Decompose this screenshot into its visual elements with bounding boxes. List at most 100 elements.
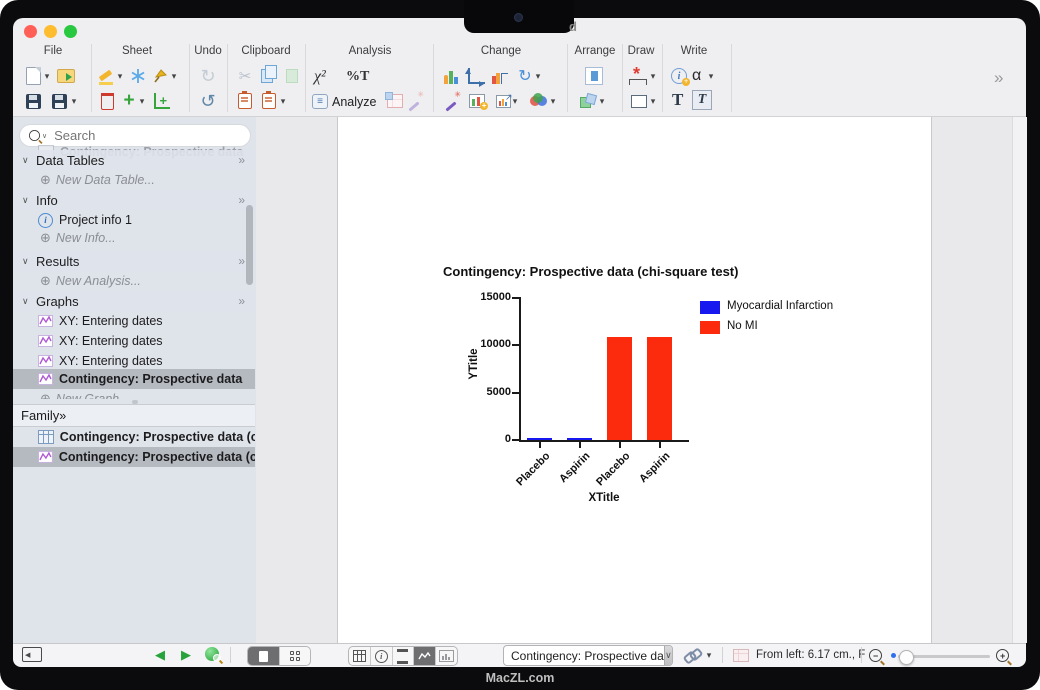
undo-icon[interactable]: ↺	[197, 90, 219, 112]
color-scheme-caret[interactable]: ▾	[548, 90, 558, 112]
prism-search-globe-icon[interactable]	[205, 647, 219, 661]
zoom-out-icon[interactable]: −	[869, 649, 882, 662]
rotate-flip-caret[interactable]: ▾	[533, 65, 543, 87]
sidebar-item-graph-xy-2[interactable]: XY: Entering dates	[13, 331, 255, 351]
paste-special-caret[interactable]: ▾	[278, 90, 288, 112]
greek-letter-caret[interactable]: ▾	[706, 65, 716, 87]
text-box-tool-icon[interactable]: T	[692, 90, 712, 110]
data-table-view-button[interactable]	[349, 647, 371, 665]
save-as-caret[interactable]: ▾	[69, 90, 79, 112]
results-view-button[interactable]	[393, 647, 415, 665]
chevron-down-icon[interactable]: ∨	[22, 256, 36, 267]
chi-square-icon[interactable]: χ²	[314, 68, 326, 86]
delete-sheet-icon[interactable]	[96, 90, 118, 112]
sidebar-item-new-data-table[interactable]: ⊕ New Data Table...	[13, 170, 255, 190]
section-expand-icon[interactable]: »	[238, 153, 243, 167]
search-scope-caret[interactable]: ∨	[42, 132, 47, 140]
dropdown-chevron-icon[interactable]: ∨	[664, 646, 672, 665]
zoom-slider-knob[interactable]	[899, 650, 914, 665]
canvas-scrollbar-track[interactable]	[1012, 117, 1027, 643]
family-item-data-table[interactable]: Contingency: Prospective data (c	[13, 427, 255, 447]
sidebar-section-family[interactable]: Family »	[13, 404, 255, 427]
greek-letter-icon[interactable]: α	[692, 67, 701, 85]
toolbar-overflow-chevron[interactable]: »	[994, 68, 1001, 88]
cut-icon[interactable]: ✂	[234, 65, 256, 87]
pin-sheet-icon[interactable]	[149, 65, 171, 87]
add-data-to-graph-icon[interactable]: +	[466, 90, 488, 112]
change-graph-type-icon[interactable]	[441, 65, 463, 87]
sidebar-item-new-analysis[interactable]: ⊕ New Analysis...	[13, 271, 255, 291]
chevron-down-icon[interactable]: ∨	[22, 155, 36, 166]
draw-rectangle-caret[interactable]: ▾	[648, 90, 658, 112]
analyze-button[interactable]: ≡ Analyze	[312, 92, 376, 111]
add-info-icon[interactable]: i+	[668, 65, 690, 87]
paste-special-icon[interactable]	[258, 90, 280, 112]
save-as-icon[interactable]	[48, 90, 70, 112]
pin-caret[interactable]: ▾	[169, 65, 179, 87]
draw-rectangle-icon[interactable]	[628, 90, 650, 112]
circle-plus-icon: ⊕	[40, 273, 51, 289]
arrange-objects-icon[interactable]	[577, 90, 599, 112]
new-sheet-icon[interactable]	[22, 65, 44, 87]
go-back-icon[interactable]: ◀	[155, 647, 165, 663]
color-scheme-icon[interactable]	[528, 90, 550, 112]
sidebar-section-results[interactable]: ∨ Results »	[13, 251, 255, 271]
magic-wand-icon[interactable]	[441, 90, 463, 112]
align-objects-icon[interactable]	[583, 65, 605, 87]
circle-plus-icon: ⊕	[40, 172, 51, 188]
close-window-button[interactable]	[24, 25, 37, 38]
graph-format-icon[interactable]	[489, 65, 511, 87]
graph-page[interactable]	[337, 117, 932, 643]
sidebar-item-project-info[interactable]: i Project info 1	[13, 210, 255, 230]
duplicate-icon[interactable]	[281, 65, 303, 87]
sidebar-section-graphs[interactable]: ∨ Graphs »	[13, 291, 255, 311]
toggle-sidebar-icon[interactable]: ◀	[22, 647, 42, 662]
add-graph-sheet-icon[interactable]: +	[151, 90, 173, 112]
sidebar-item-graph-xy-3[interactable]: XY: Entering dates	[13, 351, 255, 371]
single-page-view-button[interactable]	[248, 647, 280, 665]
axes-format-icon[interactable]	[465, 65, 487, 87]
copy-icon[interactable]	[256, 65, 278, 87]
layout-view-button[interactable]	[436, 647, 457, 665]
save-icon[interactable]	[22, 90, 44, 112]
sidebar-item-graph-xy-1[interactable]: XY: Entering dates	[13, 311, 255, 331]
resize-graph-caret[interactable]: ▾	[510, 90, 520, 112]
link-sheets-caret[interactable]: ▾	[704, 644, 714, 666]
interpolate-table-icon-disabled	[384, 90, 406, 112]
draw-line-caret[interactable]: ▾	[648, 65, 658, 87]
go-forward-icon[interactable]: ▶	[181, 647, 191, 663]
redo-icon[interactable]: ↻	[197, 65, 219, 87]
sidebar-item-graph-contingency-selected[interactable]: Contingency: Prospective data	[13, 369, 255, 389]
family-item-graph-selected[interactable]: Contingency: Prospective data (c	[13, 447, 255, 467]
open-file-icon[interactable]	[55, 65, 77, 87]
legend-swatch-series1	[700, 301, 720, 314]
section-expand-icon[interactable]: »	[238, 294, 243, 308]
minimize-window-button[interactable]	[44, 25, 57, 38]
sidebar-section-info[interactable]: ∨ Info »	[13, 190, 255, 210]
sidebar-section-data-tables[interactable]: ∨ Data Tables »	[13, 150, 255, 170]
chevron-down-icon[interactable]: ∨	[22, 195, 36, 206]
text-tool-icon[interactable]: T	[672, 90, 683, 110]
new-sheet-plus-caret[interactable]: ▾	[137, 90, 147, 112]
section-expand-icon[interactable]: »	[238, 254, 243, 268]
zoom-in-icon[interactable]: +	[996, 649, 1009, 662]
zoom-window-button[interactable]	[64, 25, 77, 38]
section-expand-icon[interactable]: »	[59, 409, 66, 423]
sheet-selector-dropdown[interactable]: Contingency: Prospective da ∨	[503, 645, 673, 666]
sidebar-item-new-info[interactable]: ⊕ New Info...	[13, 228, 255, 248]
highlight-caret[interactable]: ▾	[115, 65, 125, 87]
info-view-button[interactable]: i	[371, 647, 393, 665]
sidebar-scrollbar[interactable]	[246, 205, 253, 285]
chevron-down-icon[interactable]: ∨	[22, 296, 36, 307]
draw-line-star-icon[interactable]: *	[629, 66, 647, 86]
y-axis-line	[519, 297, 521, 442]
new-sheet-caret[interactable]: ▾	[42, 65, 52, 87]
section-expand-icon[interactable]: »	[238, 193, 243, 207]
paste-icon[interactable]	[234, 90, 256, 112]
percent-t-icon[interactable]: %T	[346, 69, 369, 85]
freeze-sheet-icon[interactable]	[127, 65, 149, 87]
chart-title: Contingency: Prospective data (chi-squar…	[443, 264, 738, 279]
graph-view-button[interactable]	[414, 647, 436, 665]
gallery-view-button[interactable]	[280, 647, 310, 665]
arrange-objects-caret[interactable]: ▾	[597, 90, 607, 112]
